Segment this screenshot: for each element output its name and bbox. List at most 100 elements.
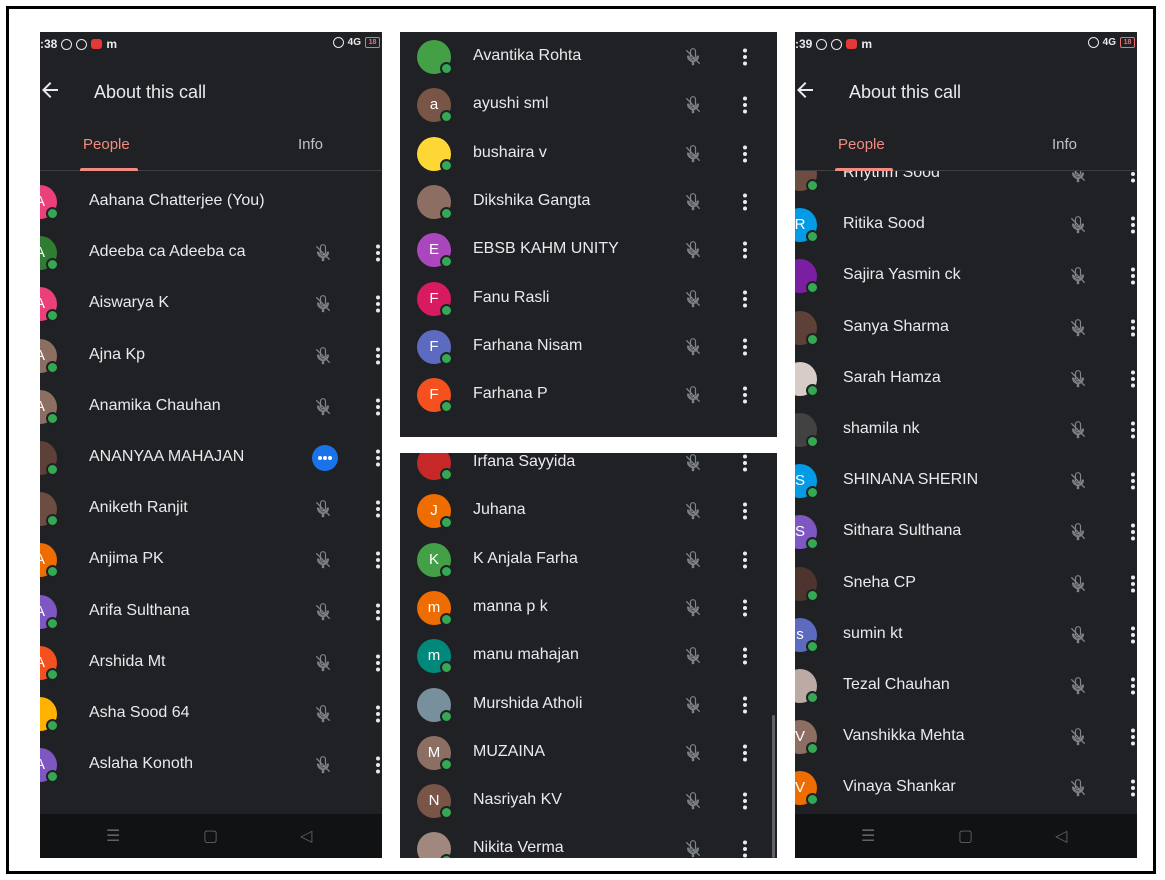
tab-people[interactable]: People [83, 136, 130, 153]
more-options-icon[interactable] [375, 398, 381, 416]
more-options-icon[interactable] [742, 241, 748, 259]
more-options-icon[interactable] [1130, 472, 1136, 490]
participant-row[interactable]: F Farhana P [400, 371, 777, 419]
participant-row[interactable]: s sumin kt [795, 611, 1137, 659]
more-options-icon[interactable] [742, 454, 748, 472]
more-options-icon[interactable] [375, 705, 381, 723]
more-options-icon[interactable] [1130, 626, 1136, 644]
menu-nav-icon[interactable]: ☰ [106, 826, 120, 846]
more-options-icon[interactable] [1130, 575, 1136, 593]
more-options-icon[interactable] [1130, 267, 1136, 285]
participant-row[interactable]: V Vanshikka Mehta [795, 713, 1137, 761]
participant-row[interactable]: Sajira Yasmin ck [795, 252, 1137, 300]
participant-row[interactable]: AArifa Sulthana [40, 588, 382, 636]
participant-row[interactable]: Asha Sood 64 [40, 690, 382, 738]
participant-row[interactable]: V Vinaya Shankar [795, 764, 1137, 812]
participant-row[interactable]: Nikita Verma [400, 825, 777, 858]
more-options-icon[interactable] [375, 551, 381, 569]
menu-nav-icon[interactable]: ☰ [861, 826, 875, 846]
online-status-dot [440, 110, 453, 124]
more-options-icon[interactable] [742, 792, 748, 810]
back-nav-icon[interactable]: ◁ [300, 826, 312, 846]
tab-info[interactable]: Info [298, 136, 323, 153]
more-options-icon[interactable] [375, 295, 381, 313]
mic-off-icon [1068, 522, 1088, 542]
participant-row[interactable]: a ayushi sml [400, 81, 777, 129]
participant-name: EBSB KAHM UNITY [473, 240, 619, 258]
participant-row[interactable]: R Ritika Sood [795, 201, 1137, 249]
participant-row[interactable]: AAiswarya K [40, 280, 382, 328]
more-options-icon[interactable] [1130, 421, 1136, 439]
more-options-icon[interactable] [742, 386, 748, 404]
participant-row[interactable]: Avantika Rohta [400, 33, 777, 81]
more-options-icon[interactable] [742, 338, 748, 356]
more-options-icon[interactable] [375, 603, 381, 621]
more-options-icon[interactable] [742, 744, 748, 762]
participant-row[interactable]: m manu mahajan [400, 632, 777, 680]
participant-row[interactable]: Aniketh Ranjit [40, 485, 382, 533]
more-options-icon[interactable] [742, 840, 748, 858]
participant-row[interactable]: AArshida Mt [40, 639, 382, 687]
more-options-icon[interactable] [375, 449, 381, 467]
participant-row[interactable]: Sanya Sharma [795, 304, 1137, 352]
more-options-icon[interactable] [375, 347, 381, 365]
more-options-icon[interactable] [375, 244, 381, 262]
participant-name: Aahana Chatterjee (You) [89, 192, 265, 209]
participant-row[interactable]: Tezal Chauhan [795, 662, 1137, 710]
more-options-icon[interactable] [742, 551, 748, 569]
participant-row[interactable]: AAdeeba ca Adeeba ca [40, 229, 382, 277]
participant-row[interactable]: S Sithara Sulthana [795, 508, 1137, 556]
participant-row[interactable]: Sarah Hamza [795, 355, 1137, 403]
back-arrow-icon[interactable] [795, 78, 817, 102]
more-options-icon[interactable] [1130, 216, 1136, 234]
participant-row[interactable]: S SHINANA SHERIN [795, 457, 1137, 505]
home-nav-icon[interactable]: ▢ [958, 826, 973, 846]
more-options-icon[interactable] [1130, 370, 1136, 388]
participant-row[interactable]: Sneha CP [795, 560, 1137, 608]
scrollbar[interactable] [772, 715, 775, 858]
online-status-dot [440, 400, 453, 414]
more-options-icon[interactable] [742, 696, 748, 714]
participant-row[interactable]: F Farhana Nisam [400, 323, 777, 371]
participant-row[interactable]: AAnamika Chauhan [40, 383, 382, 431]
participant-row[interactable]: F Fanu Rasli [400, 275, 777, 323]
back-arrow-icon[interactable] [40, 78, 62, 102]
participant-row[interactable]: M MUZAINA [400, 729, 777, 777]
more-options-icon[interactable] [742, 502, 748, 520]
participant-row[interactable]: KK Anjala Farha [400, 536, 777, 584]
more-options-icon[interactable] [742, 48, 748, 66]
more-options-icon[interactable] [1130, 319, 1136, 337]
back-nav-icon[interactable]: ◁ [1055, 826, 1067, 846]
participant-row[interactable]: Irfana Sayyida [400, 453, 777, 487]
participant-row[interactable]: shamila nk [795, 406, 1137, 454]
more-options-icon[interactable] [1130, 523, 1136, 541]
participant-row[interactable]: Murshida Atholi [400, 681, 777, 729]
more-options-icon[interactable] [375, 756, 381, 774]
participant-row[interactable]: AAslaha Konoth [40, 741, 382, 789]
participant-row[interactable]: m manna p k [400, 584, 777, 632]
more-options-icon[interactable] [1130, 779, 1136, 797]
participant-row[interactable]: N Nasriyah KV [400, 777, 777, 825]
online-status-dot [806, 537, 819, 551]
more-options-icon[interactable] [742, 647, 748, 665]
participant-row[interactable]: J Juhana [400, 487, 777, 535]
more-options-icon[interactable] [375, 500, 381, 518]
more-options-icon[interactable] [375, 654, 381, 672]
more-options-icon[interactable] [742, 96, 748, 114]
more-options-icon[interactable] [1130, 728, 1136, 746]
tab-info[interactable]: Info [1052, 136, 1077, 153]
participant-row[interactable]: Dikshika Gangta [400, 178, 777, 226]
participant-row[interactable]: ANANYAA MAHAJAN [40, 434, 382, 482]
participant-row[interactable]: AAnjima PK [40, 536, 382, 584]
more-options-icon[interactable] [742, 145, 748, 163]
more-options-icon[interactable] [1130, 677, 1136, 695]
tab-people[interactable]: People [838, 136, 885, 153]
participant-row[interactable]: E EBSB KAHM UNITY [400, 226, 777, 274]
participant-row[interactable]: AAahana Chatterjee (You) [40, 178, 382, 226]
more-options-icon[interactable] [742, 290, 748, 308]
home-nav-icon[interactable]: ▢ [203, 826, 218, 846]
participant-row[interactable]: bushaira v [400, 130, 777, 178]
more-options-icon[interactable] [742, 599, 748, 617]
more-options-icon[interactable] [742, 193, 748, 211]
participant-row[interactable]: AAjna Kp [40, 332, 382, 380]
